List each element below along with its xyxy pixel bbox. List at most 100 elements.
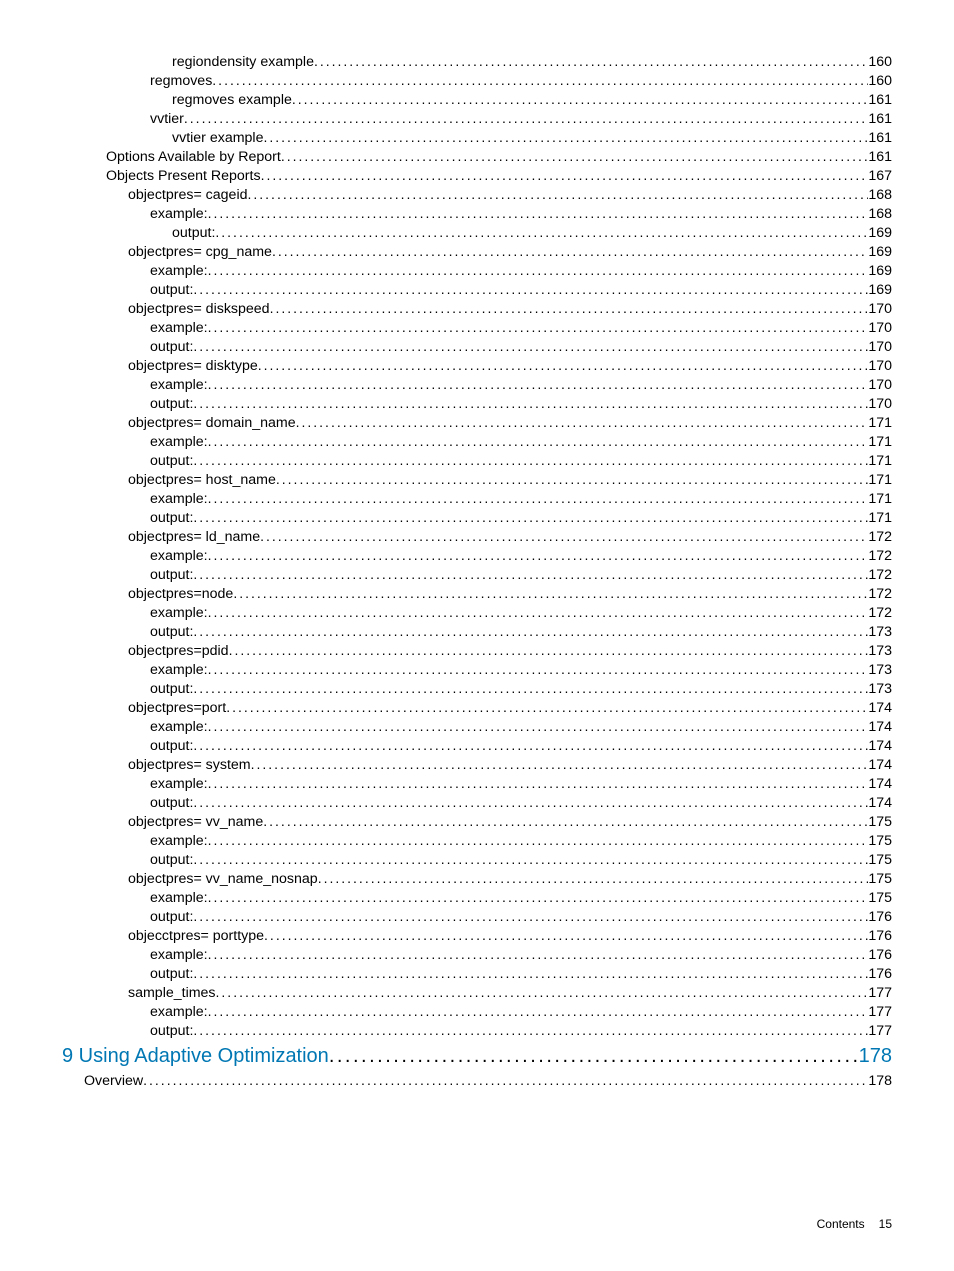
toc-entry[interactable]: output:169: [62, 225, 892, 244]
toc-entry[interactable]: example:170: [62, 320, 892, 339]
toc-entry[interactable]: example:171: [62, 491, 892, 510]
toc-entry[interactable]: output:171: [62, 453, 892, 472]
toc-leader-dots: [251, 757, 869, 771]
toc-leader-dots: [208, 833, 869, 847]
toc-entry[interactable]: objectpres=port174: [62, 700, 892, 719]
toc-entry-label: output:: [150, 340, 193, 354]
toc-entry[interactable]: example:172: [62, 548, 892, 567]
toc-entry[interactable]: Options Available by Report161: [62, 149, 892, 168]
toc-entry-page: 177: [868, 1005, 892, 1019]
toc-entry-page: 174: [868, 758, 892, 772]
toc-entry[interactable]: example:175: [62, 833, 892, 852]
toc-entry[interactable]: example:168: [62, 206, 892, 225]
footer-page-number: 15: [879, 1217, 892, 1231]
toc-entry-label: output:: [150, 967, 193, 981]
toc-entry-page: 176: [868, 967, 892, 981]
toc-entry[interactable]: output:171: [62, 510, 892, 529]
toc-entry[interactable]: Overview178: [62, 1073, 892, 1092]
toc-leader-dots: [193, 852, 868, 866]
toc-entry[interactable]: output: 176: [62, 966, 892, 985]
toc-entry[interactable]: example:169: [62, 263, 892, 282]
toc-entry-label: vvtier example: [172, 131, 263, 145]
toc-leader-dots: [193, 909, 868, 923]
toc-entry[interactable]: output:170: [62, 396, 892, 415]
toc-leader-dots: [270, 301, 869, 315]
toc-entry[interactable]: objectpres= cpg_name169: [62, 244, 892, 263]
toc-entry[interactable]: vvtier example 161: [62, 130, 892, 149]
toc-leader-dots: [248, 187, 869, 201]
toc-entry-label: output:: [150, 397, 193, 411]
toc-leader-dots: [208, 890, 869, 904]
toc-entry[interactable]: objectpres= disktype170: [62, 358, 892, 377]
toc-entry-page: 161: [868, 112, 892, 126]
toc-entry-page: 170: [868, 359, 892, 373]
toc-entry[interactable]: regmoves160: [62, 73, 892, 92]
toc-entry[interactable]: objectpres= system174: [62, 757, 892, 776]
toc-entry[interactable]: objectpres= cageid168: [62, 187, 892, 206]
toc-leader-dots: [193, 738, 868, 752]
toc-entry-page: 170: [868, 340, 892, 354]
toc-entry[interactable]: example:173: [62, 662, 892, 681]
toc-entry[interactable]: objectpres= diskspeed170: [62, 301, 892, 320]
toc-entry[interactable]: objectpres= vv_name175: [62, 814, 892, 833]
toc-entry[interactable]: example:174: [62, 719, 892, 738]
toc-entry[interactable]: objectpres= host_name171: [62, 472, 892, 491]
toc-entry[interactable]: output: 170: [62, 339, 892, 358]
toc-leader-dots: [208, 377, 869, 391]
toc-entry[interactable]: example:177: [62, 1004, 892, 1023]
toc-entry[interactable]: objectpres= vv_name_nosnap175: [62, 871, 892, 890]
toc-entry-label: objectpres=node: [128, 587, 233, 601]
toc-entry[interactable]: objectpres= domain_name171: [62, 415, 892, 434]
toc-entry-label: regiondensity example: [172, 55, 314, 69]
toc-entry-label: output:: [150, 739, 193, 753]
toc-entry[interactable]: regmoves example161: [62, 92, 892, 111]
toc-entry[interactable]: objectpres=pdid173: [62, 643, 892, 662]
toc-entry-page: 178: [859, 1046, 892, 1066]
toc-entry-label: output:: [150, 796, 193, 810]
toc-entry[interactable]: example:174: [62, 776, 892, 795]
toc-entry-page: 174: [868, 720, 892, 734]
toc-entry[interactable]: example:170: [62, 377, 892, 396]
toc-entry[interactable]: vvtier161: [62, 111, 892, 130]
toc-leader-dots: [272, 244, 868, 258]
toc-entry-page: 175: [868, 891, 892, 905]
toc-entry-page: 173: [868, 625, 892, 639]
toc-entry-label: output:: [150, 625, 193, 639]
toc-entry[interactable]: output:175: [62, 852, 892, 871]
toc-entry-label: example:: [150, 834, 208, 848]
toc-entry[interactable]: output:177: [62, 1023, 892, 1042]
toc-entry[interactable]: sample_times177: [62, 985, 892, 1004]
toc-entry[interactable]: objectpres= ld_name172: [62, 529, 892, 548]
toc-entry[interactable]: example:171: [62, 434, 892, 453]
toc-entry[interactable]: output:174: [62, 738, 892, 757]
toc-entry[interactable]: output: 173: [62, 624, 892, 643]
toc-entry[interactable]: objectpres=node 172: [62, 586, 892, 605]
toc-entry[interactable]: regiondensity example160: [62, 54, 892, 73]
toc-entry-page: 172: [868, 587, 892, 601]
toc-entry[interactable]: output:174: [62, 795, 892, 814]
toc-entry[interactable]: output:172: [62, 567, 892, 586]
toc-entry-page: 169: [868, 283, 892, 297]
toc-entry-page: 171: [868, 492, 892, 506]
toc-entry[interactable]: output:169: [62, 282, 892, 301]
toc-entry[interactable]: objecctpres= porttype176: [62, 928, 892, 947]
toc-entry-label: objectpres=port: [128, 701, 226, 715]
toc-entry-label: 9 Using Adaptive Optimization: [62, 1046, 329, 1066]
toc-entry-label: objectpres= domain_name: [128, 416, 296, 430]
toc-entry-page: 170: [868, 302, 892, 316]
toc-entry[interactable]: example:176: [62, 947, 892, 966]
toc-leader-dots: [260, 529, 868, 543]
toc-entry-page: 173: [868, 644, 892, 658]
toc-leader-dots: [208, 491, 869, 505]
toc-entry[interactable]: output:176: [62, 909, 892, 928]
toc-entry[interactable]: example:175: [62, 890, 892, 909]
toc-entry-label: objectpres= cageid: [128, 188, 248, 202]
toc-entry-page: 169: [868, 226, 892, 240]
toc-entry[interactable]: example:172: [62, 605, 892, 624]
toc-entry[interactable]: output:173: [62, 681, 892, 700]
toc-entry-page: 161: [868, 131, 892, 145]
toc-entry[interactable]: Objects Present Reports167: [62, 168, 892, 187]
toc-entry-page: 175: [868, 853, 892, 867]
toc-chapter-entry[interactable]: 9 Using Adaptive Optimization 178: [62, 1046, 892, 1073]
toc-entry-page: 161: [868, 93, 892, 107]
